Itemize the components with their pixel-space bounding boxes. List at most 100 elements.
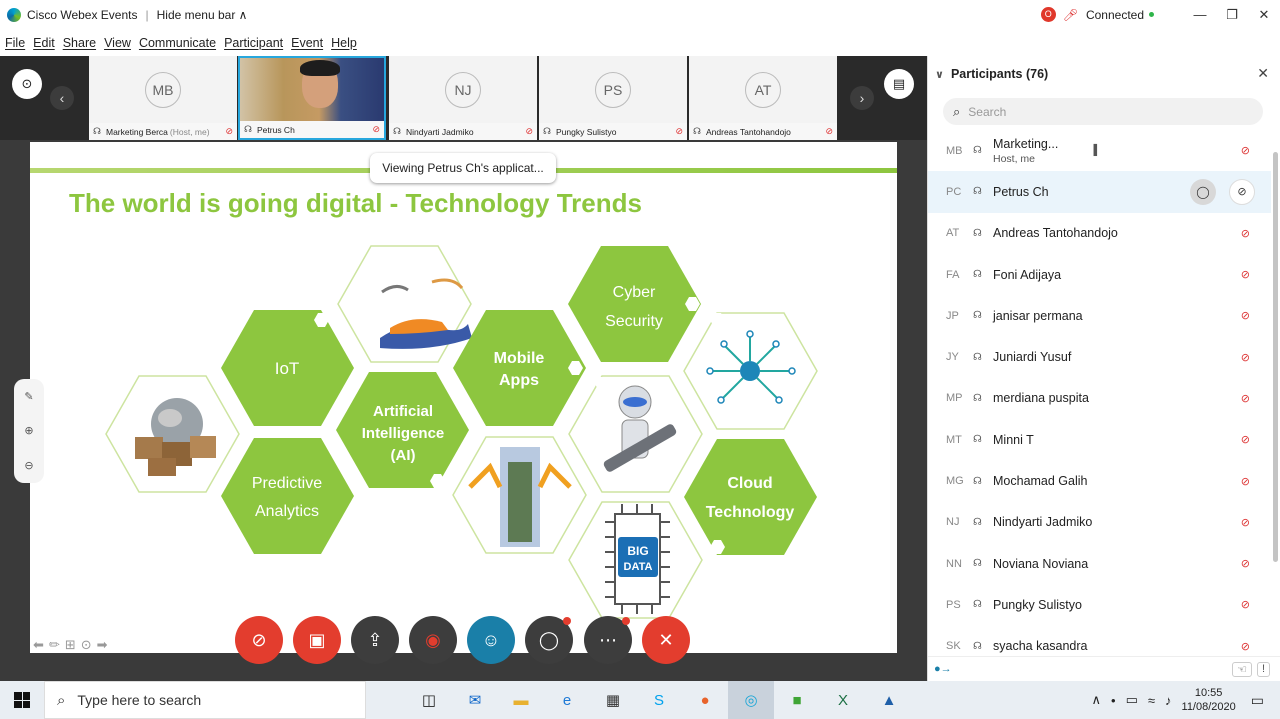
video-thumb-mb[interactable]: MB ☊ Marketing Berca (Host, me) ⊘ <box>89 56 237 140</box>
participant-scrollbar[interactable] <box>1273 152 1278 562</box>
green-app-icon[interactable]: ■ <box>774 681 820 719</box>
mic-button[interactable]: ⊘ <box>1229 178 1255 205</box>
minimize-button[interactable]: — <box>1184 7 1216 22</box>
headset-icon: ☊ <box>973 269 982 281</box>
muted-icon[interactable]: ⊘ <box>1241 598 1250 611</box>
participant-row[interactable]: AT ☊ Andreas Tantohandojo ⊘ <box>928 213 1271 254</box>
muted-icon[interactable]: ⊘ <box>1241 640 1250 653</box>
leave-button[interactable]: ✕ <box>642 616 690 664</box>
connection-arrow-icon[interactable]: ●→ <box>934 663 952 675</box>
search-icon: ⌕ <box>57 691 66 709</box>
firefox-icon[interactable]: ● <box>682 681 728 719</box>
restore-button[interactable]: ❐ <box>1216 7 1248 23</box>
video-thumb-ps[interactable]: PS ☊ Pungky Sulistyo ⊘ <box>539 56 687 140</box>
participant-row[interactable]: NN ☊ Noviana Noviana ⊘ <box>928 543 1271 584</box>
panel-toggle-icon[interactable]: ▤ <box>884 69 914 99</box>
close-panel-icon[interactable]: ✕ <box>1257 65 1269 82</box>
pen-icon[interactable]: ✎ <box>24 390 33 403</box>
participant-row[interactable]: MT ☊ Minni T ⊘ <box>928 419 1271 460</box>
muted-icon[interactable]: ⊘ <box>1241 351 1250 364</box>
participant-list: MB ☊ Marketing... Host, me ▐ ⊘ PC ☊ Petr… <box>928 130 1271 667</box>
menu-share[interactable]: Share <box>63 36 96 50</box>
menu-view[interactable]: View <box>104 36 131 50</box>
edge-icon[interactable]: e <box>544 681 590 719</box>
file-explorer-icon[interactable]: ▬ <box>498 681 544 719</box>
raise-hand-icon[interactable]: ☜ <box>1232 661 1252 677</box>
participant-row[interactable]: JY ☊ Juniardi Yusuf ⊘ <box>928 336 1271 377</box>
wifi-icon[interactable]: ≈ <box>1148 693 1155 708</box>
participant-row[interactable]: NJ ☊ Nindyarti Jadmiko ⊘ <box>928 502 1271 543</box>
zoom-in-icon[interactable]: ⊕ <box>24 424 33 437</box>
participant-row[interactable]: PS ☊ Pungky Sulistyo ⊘ <box>928 584 1271 625</box>
thumb-note: (Host, me) <box>169 126 210 137</box>
close-window-button[interactable]: ✕ <box>1248 7 1280 23</box>
menu-file[interactable]: File <box>5 36 25 50</box>
participant-initials: FA <box>946 268 960 281</box>
hex-label-iot: IoT <box>275 359 300 378</box>
participant-row[interactable]: MP ☊ merdiana puspita ⊘ <box>928 378 1271 419</box>
strip-prev-button[interactable]: ‹ <box>50 86 74 110</box>
layout-icon[interactable]: ⊙ <box>12 69 42 99</box>
video-thumb-petrus[interactable]: ☊ Petrus Ch ⊘ <box>238 56 386 140</box>
strip-next-button[interactable]: › <box>850 86 874 110</box>
hide-menu-bar-button[interactable]: Hide menu bar ∧ <box>157 8 248 22</box>
clock[interactable]: 10:55 11/08/2020 <box>1182 686 1236 714</box>
muted-icon[interactable]: ⊘ <box>1241 475 1250 488</box>
video-thumb-at[interactable]: AT ☊ Andreas Tantohandojo ⊘ <box>689 56 837 140</box>
menu-edit[interactable]: Edit <box>33 36 55 50</box>
windows-logo-icon <box>14 692 30 708</box>
share-button[interactable]: ⇪ <box>351 616 399 664</box>
participant-row[interactable]: PC ☊ Petrus Ch ◯ ⊘ <box>928 171 1271 213</box>
ellipsis-icon: ⋯ <box>599 629 617 650</box>
participant-name: Pungky Sulistyo <box>993 597 1082 612</box>
chevron-down-icon[interactable]: ∨ <box>935 68 944 81</box>
participant-name: Mochamad Galih <box>993 474 1088 489</box>
search-field[interactable]: ⌕ Search <box>943 98 1263 125</box>
record-button[interactable]: ◉ <box>409 616 457 664</box>
video-thumb-nj[interactable]: NJ ☊ Nindyarti Jadmiko ⊘ <box>389 56 537 140</box>
chevron-up-icon[interactable]: ∧ <box>1092 692 1102 708</box>
recording-icon[interactable]: O <box>1040 7 1056 22</box>
thumb-name: Petrus Ch <box>257 124 295 135</box>
participant-name: Juniardi Yusuf <box>993 350 1072 365</box>
chat-button[interactable]: ◯ <box>525 616 573 664</box>
alert-icon[interactable]: ! <box>1256 661 1270 677</box>
participant-row[interactable]: JP ☊ janisar permana ⊘ <box>928 295 1271 336</box>
participant-name: merdiana puspita <box>993 391 1089 406</box>
muted-icon[interactable]: ⊘ <box>1241 309 1250 322</box>
taskbar-search[interactable]: ⌕ Type here to search <box>44 681 366 719</box>
notification-icon[interactable]: ▭ <box>1251 692 1264 709</box>
webex-taskbar-icon[interactable]: ◎ <box>728 681 774 719</box>
store-icon[interactable]: ▦ <box>590 681 636 719</box>
more-options-button[interactable]: ⋯ <box>584 616 632 664</box>
headset-icon: ☊ <box>973 640 982 652</box>
battery-icon[interactable]: ▭ <box>1126 692 1138 708</box>
muted-icon[interactable]: ⊘ <box>1241 268 1250 281</box>
muted-icon[interactable]: ⊘ <box>1241 557 1250 570</box>
outlook-icon[interactable]: ✉ <box>452 681 498 719</box>
excel-icon[interactable]: X <box>820 681 866 719</box>
menu-help[interactable]: Help <box>331 36 357 50</box>
microphone-icon[interactable]: • <box>1111 693 1116 708</box>
muted-icon[interactable]: ⊘ <box>1241 433 1250 446</box>
muted-icon[interactable]: ⊘ <box>1241 516 1250 529</box>
muted-icon[interactable]: ⊘ <box>1241 144 1250 157</box>
start-button[interactable] <box>0 692 44 708</box>
skype-icon[interactable]: S <box>636 681 682 719</box>
video-button[interactable]: ▣ <box>293 616 341 664</box>
muted-icon[interactable]: ⊘ <box>1241 227 1250 240</box>
mute-button[interactable]: ⊘ <box>235 616 283 664</box>
zoom-out-icon[interactable]: ⊖ <box>24 459 33 472</box>
participants-button[interactable]: ☺ <box>467 616 515 664</box>
chat-participant-button[interactable]: ◯ <box>1190 178 1216 205</box>
participant-row[interactable]: MG ☊ Mochamad Galih ⊘ <box>928 460 1271 501</box>
volume-icon[interactable]: ♪ <box>1165 693 1172 708</box>
photos-icon[interactable]: ▲ <box>866 681 912 719</box>
participant-row[interactable]: MB ☊ Marketing... Host, me ▐ ⊘ <box>928 130 1271 171</box>
menu-event[interactable]: Event <box>291 36 323 50</box>
muted-icon[interactable]: ⊘ <box>1241 392 1250 405</box>
menu-participant[interactable]: Participant <box>224 36 283 50</box>
participant-row[interactable]: FA ☊ Foni Adijaya ⊘ <box>928 254 1271 295</box>
menu-communicate[interactable]: Communicate <box>139 36 216 50</box>
task-view-icon[interactable]: ◫ <box>406 681 452 719</box>
